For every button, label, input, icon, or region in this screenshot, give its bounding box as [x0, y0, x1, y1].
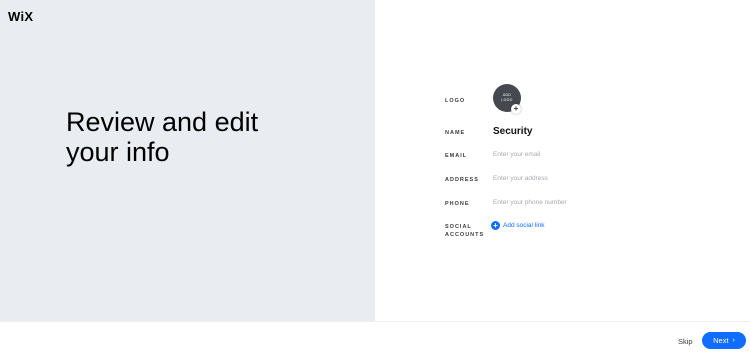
social-accounts-label: SOCIAL ACCOUNTS: [445, 223, 484, 239]
social-accounts-label-line-2: ACCOUNTS: [445, 232, 485, 238]
wizard-page: WiX Review and edit your info LOGO ADD L…: [0, 0, 750, 357]
address-field[interactable]: Enter your address: [493, 175, 548, 182]
email-label: EMAIL: [445, 153, 468, 159]
page-title-line-2: your info: [66, 137, 170, 167]
plus-icon: +: [491, 221, 500, 230]
add-logo-text-line-2: LOGO: [501, 98, 513, 102]
add-logo-text: ADD LOGO: [499, 93, 515, 103]
info-form: LOGO ADD LOGO + NAME Security EMAIL Ente…: [375, 0, 750, 321]
next-button[interactable]: Next ›: [702, 332, 746, 349]
email-field[interactable]: Enter your email: [493, 151, 540, 158]
phone-label: PHONE: [445, 201, 470, 207]
chevron-right-icon: ›: [732, 337, 735, 344]
page-title-line-1: Review and edit: [66, 107, 259, 137]
add-social-link-label: Add social link: [503, 222, 545, 229]
business-name-field[interactable]: Security: [493, 126, 532, 137]
add-social-link-button[interactable]: + Add social link: [491, 221, 545, 230]
footer-bar: [0, 321, 750, 357]
address-label: ADDRESS: [445, 177, 479, 183]
phone-field[interactable]: Enter your phone number: [493, 199, 567, 206]
add-logo-plus-icon[interactable]: +: [511, 104, 521, 114]
skip-button[interactable]: Skip: [678, 337, 693, 346]
logo-label: LOGO: [445, 98, 466, 104]
social-accounts-label-line-1: SOCIAL: [445, 224, 472, 230]
intro-panel: WiX Review and edit your info: [0, 0, 375, 321]
next-label: Next: [713, 336, 729, 345]
wix-logo: WiX: [8, 9, 34, 24]
name-label: NAME: [445, 130, 466, 136]
page-title: Review and edit your info: [66, 107, 356, 167]
